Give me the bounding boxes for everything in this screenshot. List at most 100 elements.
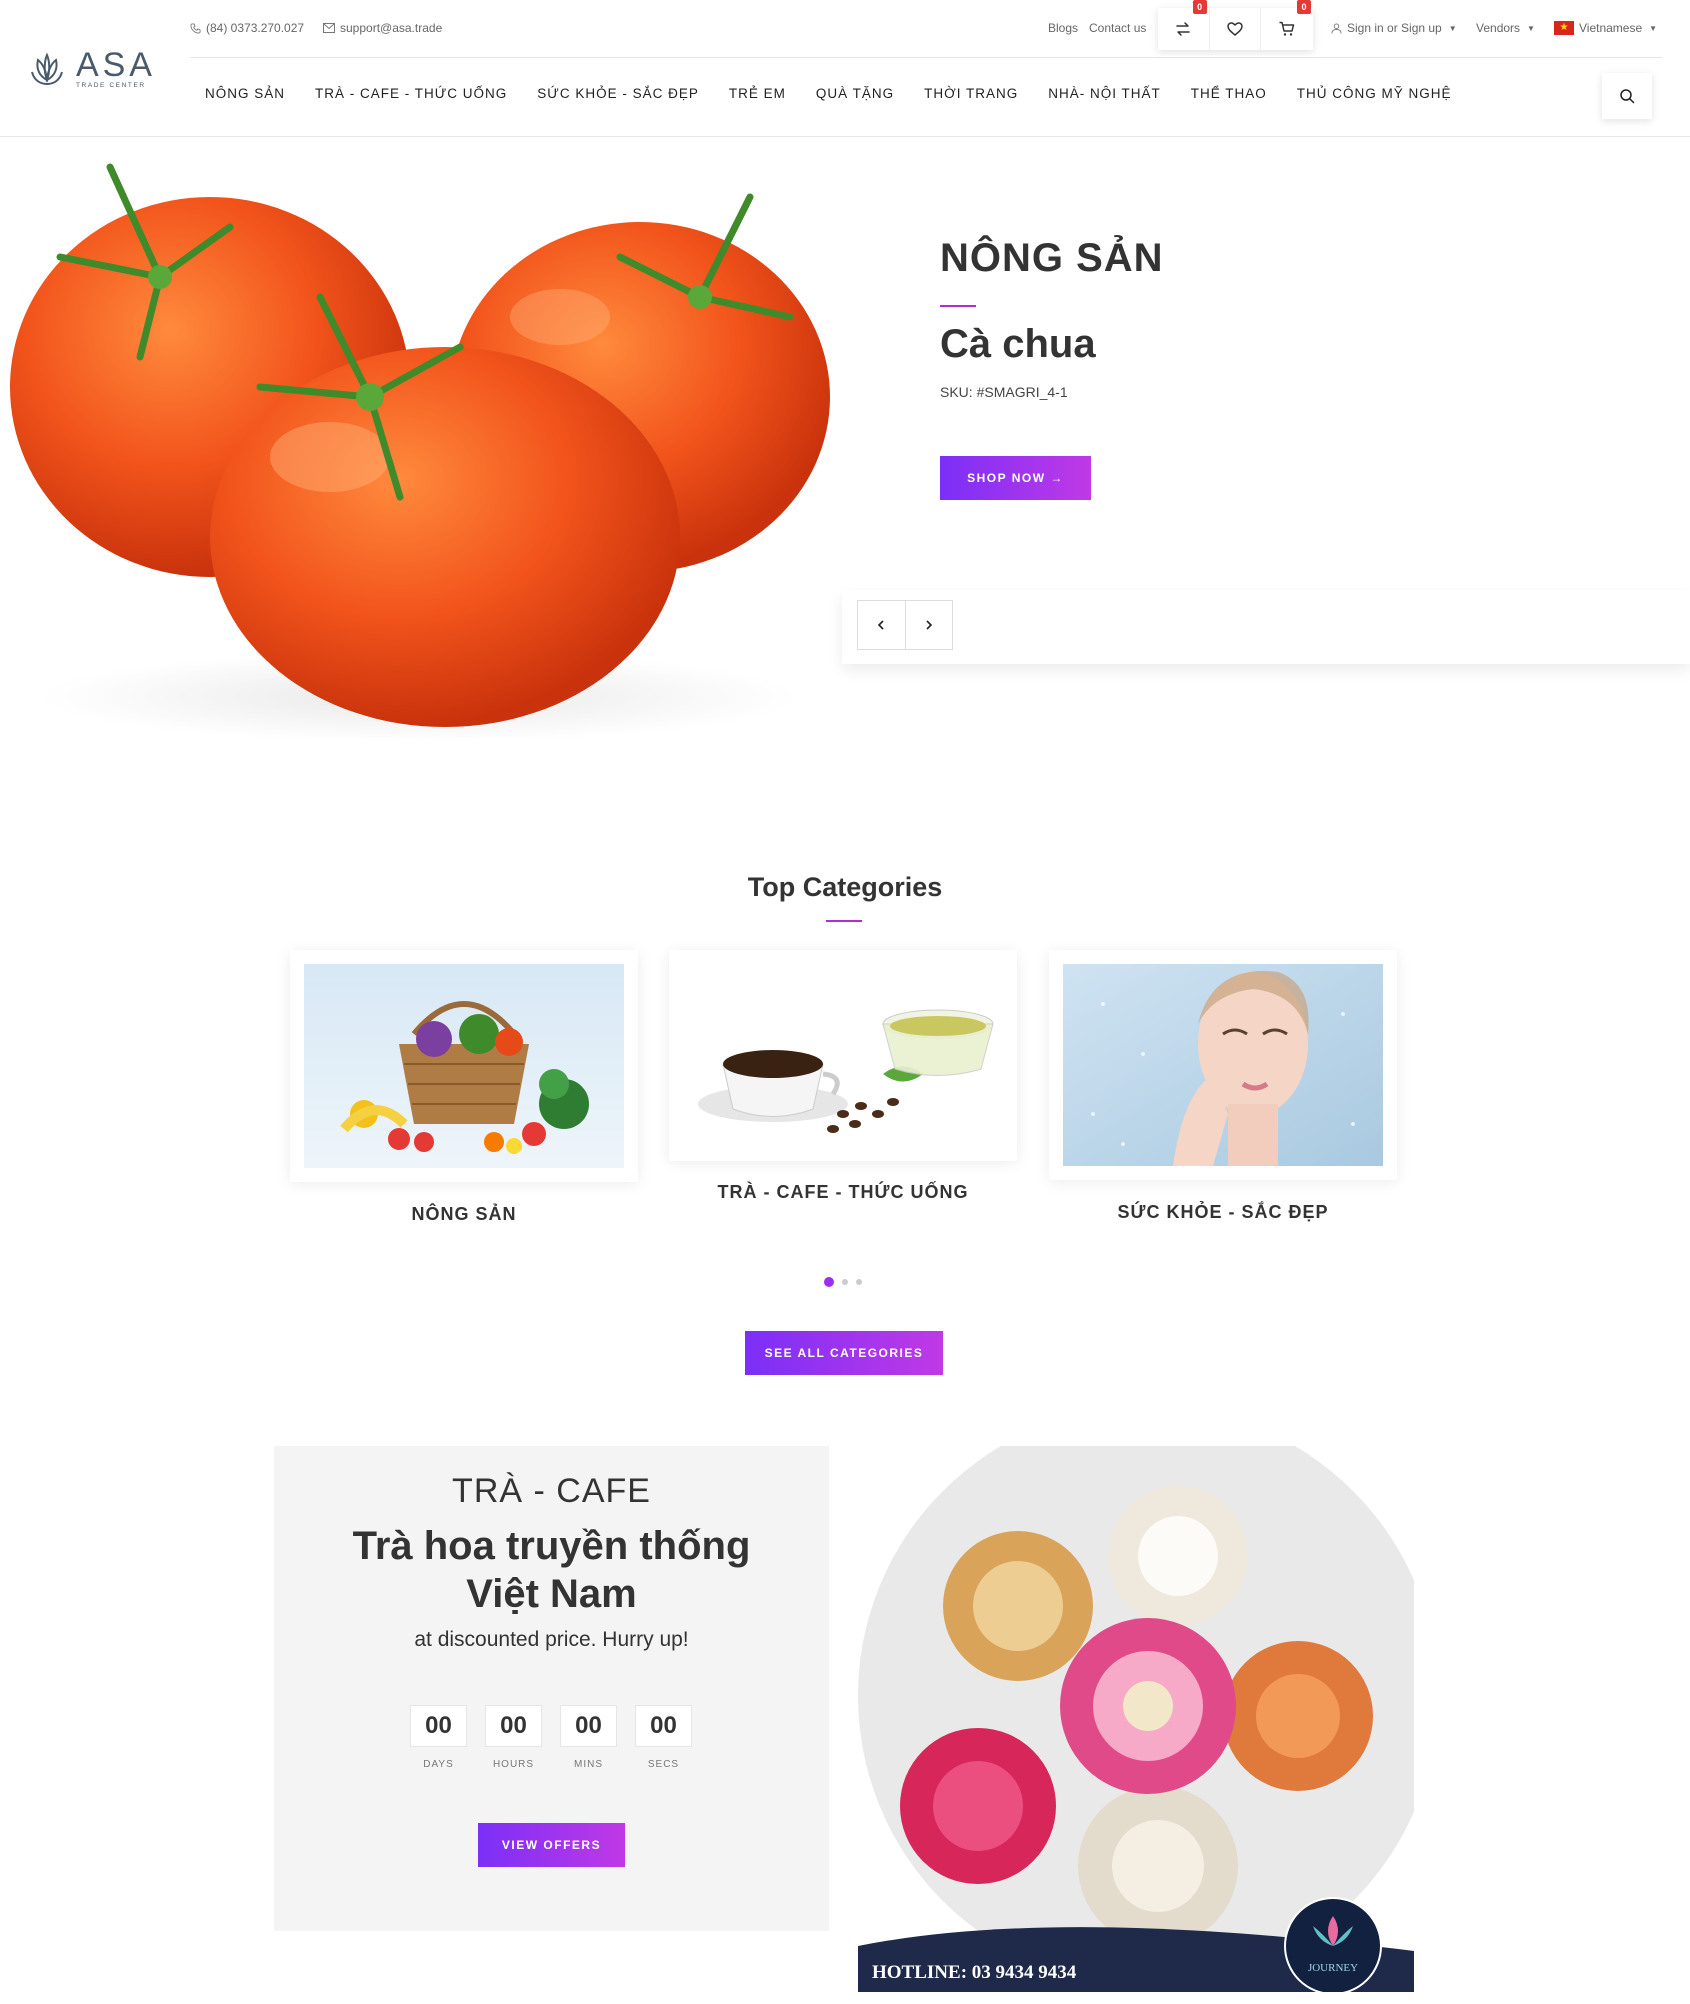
logo-text: ASA: [75, 45, 156, 84]
cart-icon: [1279, 21, 1295, 36]
lotus-logo-icon: [31, 52, 63, 85]
nav-item-the-thao[interactable]: THỂ THAO: [1176, 86, 1282, 101]
search-icon: [1620, 89, 1635, 104]
chevron-down-icon: ▼: [1527, 23, 1535, 33]
deal-title: Trà hoa truyền thống Việt Nam: [274, 1522, 829, 1618]
nav-item-thu-cong[interactable]: THỦ CÔNG MỸ NGHỆ: [1282, 86, 1467, 101]
carousel-dot-1[interactable]: [824, 1277, 834, 1287]
countdown-days-label: DAYS: [423, 1759, 454, 1770]
countdown-secs-label: SECS: [647, 1759, 680, 1770]
top-categories-divider: [826, 920, 862, 922]
hero-sku: SKU: #SMAGRI_4-1: [940, 384, 1068, 400]
deal-description: at discounted price. Hurry up!: [414, 1628, 689, 1651]
coffee-tea-illustration: [683, 964, 1003, 1147]
slider-next-button[interactable]: [904, 601, 952, 649]
email-text: support@asa.trade: [340, 21, 443, 35]
hero-slider-controls: [857, 600, 953, 650]
countdown-mins-value: 00: [560, 1705, 617, 1747]
contact-link[interactable]: Contact us: [1089, 21, 1146, 35]
logo-tagline: TRADE CENTER: [75, 81, 146, 89]
wishlist-button[interactable]: [1210, 8, 1262, 50]
nav-item-thoi-trang[interactable]: THỜI TRANG: [909, 86, 1033, 101]
account-label: Sign in or Sign up: [1347, 21, 1442, 35]
header-actions: 0 0: [1158, 0, 1313, 50]
language-label: Vietnamese: [1579, 21, 1643, 35]
compare-button[interactable]: 0: [1158, 0, 1210, 50]
shop-now-button[interactable]: SHOP NOW →: [940, 456, 1091, 500]
top-categories-title: Top Categories: [747, 872, 943, 902]
nav-item-nong-san[interactable]: NÔNG SẢN: [190, 86, 300, 101]
countdown-hours: 00 HOURS: [485, 1705, 542, 1770]
chevron-down-icon: ▼: [1448, 23, 1457, 33]
main-nav: NÔNG SẢN TRÀ - CAFE - THỨC UỐNG SỨC KHỎE…: [190, 86, 1467, 101]
countdown-secs: 00 SECS: [635, 1705, 692, 1770]
category-label-nong-san[interactable]: NÔNG SẢN: [289, 1204, 639, 1225]
blogs-label: Blogs: [1048, 21, 1079, 35]
phone-text: (84) 0373.270.027: [206, 21, 305, 35]
countdown-days: 00 DAYS: [410, 1705, 467, 1770]
carousel-dot-2[interactable]: [842, 1279, 848, 1285]
nav-item-qua-tang[interactable]: QUÀ TẶNG: [801, 86, 909, 101]
hero-slider-panel: [842, 590, 1690, 664]
see-all-categories-button[interactable]: SEE ALL CATEGORIES: [745, 1331, 943, 1375]
countdown-mins: 00 MINS: [560, 1705, 617, 1770]
topbar: (84) 0373.270.027 support@asa.trade Blog…: [190, 14, 1662, 44]
slider-prev-button[interactable]: [858, 601, 905, 649]
topbar-divider: [190, 57, 1662, 58]
nav-item-nha-noi-that[interactable]: NHÀ- NỘI THẤT: [1033, 86, 1176, 101]
logo[interactable]: ASA TRADE CENTER: [26, 44, 156, 94]
countdown-secs-value: 00: [635, 1705, 692, 1747]
compare-count-badge: 0: [1192, 0, 1207, 14]
countdown-timer: 00 DAYS 00 HOURS 00 MINS 00 SECS: [410, 1705, 692, 1770]
chevron-right-icon: [926, 620, 933, 630]
phone-link[interactable]: (84) 0373.270.027: [190, 21, 304, 35]
beauty-face-illustration: [1063, 964, 1383, 1166]
hero-product-name: Cà chua: [940, 322, 1096, 366]
blogs-link[interactable]: Blogs: [1048, 21, 1078, 35]
user-icon: [1331, 22, 1342, 34]
cart-count-badge: 0: [1297, 0, 1311, 14]
nav-item-tra-cafe[interactable]: TRÀ - CAFE - THỨC UỐNG: [300, 86, 522, 101]
flower-tea-illustration: HOTLINE: 03 9434 9434 JOURNEY: [858, 1446, 1414, 1992]
category-label-suc-khoe[interactable]: SỨC KHỎE - SẮC ĐẸP: [1048, 1202, 1398, 1223]
chevron-left-icon: [878, 620, 885, 630]
vegetable-basket-illustration: [304, 964, 624, 1168]
vendors-menu[interactable]: Vendors ▼: [1476, 21, 1535, 35]
mail-icon: [323, 23, 335, 33]
category-image-tra-cafe: [683, 964, 1003, 1147]
email-link[interactable]: support@asa.trade: [323, 21, 442, 35]
deal-kicker: TRÀ - CAFE: [452, 1472, 651, 1510]
category-image-suc-khoe: [1063, 964, 1383, 1166]
carousel-dots: [824, 1277, 862, 1287]
journey-logo-text: JOURNEY: [1308, 1962, 1358, 1974]
view-offers-button[interactable]: VIEW OFFERS: [478, 1823, 625, 1867]
countdown-days-value: 00: [410, 1705, 467, 1747]
heart-icon: [1227, 22, 1243, 36]
compare-icon: [1176, 22, 1191, 36]
hero-image: [0, 137, 845, 747]
hero-divider: [940, 305, 976, 307]
category-image-nong-san: [304, 964, 624, 1168]
chevron-down-icon: ▼: [1649, 23, 1658, 33]
category-card-tra-cafe[interactable]: [669, 950, 1017, 1161]
hotline-caption: HOTLINE: 03 9434 9434: [872, 1962, 1077, 1983]
carousel-dot-3[interactable]: [856, 1279, 862, 1285]
search-button[interactable]: [1602, 73, 1652, 119]
cart-button[interactable]: 0: [1261, 0, 1313, 50]
contact-label: Contact us: [1089, 21, 1147, 35]
hero-category-title: NÔNG SẢN: [940, 236, 1164, 280]
account-menu[interactable]: Sign in or Sign up ▼: [1331, 21, 1457, 35]
nav-item-tre-em[interactable]: TRẺ EM: [714, 86, 801, 101]
category-card-nong-san[interactable]: [290, 950, 638, 1182]
category-label-tra-cafe[interactable]: TRÀ - CAFE - THỨC UỐNG: [668, 1182, 1018, 1203]
deal-image: HOTLINE: 03 9434 9434 JOURNEY: [858, 1446, 1414, 1992]
countdown-mins-label: MINS: [574, 1759, 603, 1770]
deal-title-line-2: Việt Nam: [466, 1572, 637, 1616]
countdown-hours-value: 00: [485, 1705, 542, 1747]
countdown-hours-label: HOURS: [492, 1759, 535, 1770]
vendors-label: Vendors: [1476, 21, 1521, 35]
language-menu[interactable]: ★ Vietnamese ▼: [1554, 21, 1657, 35]
vietnam-flag-icon: ★: [1554, 21, 1574, 35]
nav-item-suc-khoe[interactable]: SỨC KHỎE - SẮC ĐẸP: [522, 86, 714, 101]
category-card-suc-khoe[interactable]: [1049, 950, 1397, 1180]
